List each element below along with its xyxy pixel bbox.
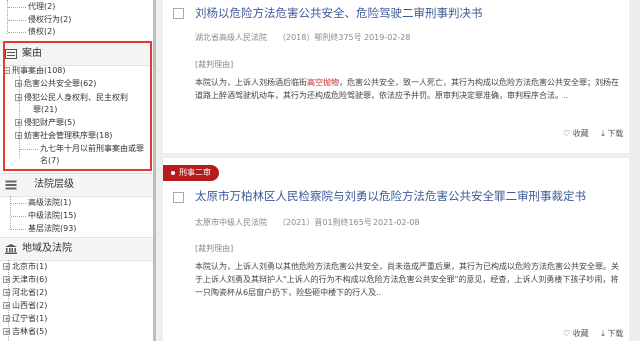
expand-icon[interactable]: + <box>3 289 10 297</box>
tree-item-hebei[interactable]: + 河北省(2) <box>3 288 47 298</box>
result-case-no: （2018）鄂刑终375号 <box>278 33 362 42</box>
tree-item-liaoning[interactable]: + 辽宁省(1) <box>3 314 47 324</box>
tree-item-basic-court[interactable]: 基层法院(93) <box>28 224 76 234</box>
expand-icon[interactable]: + <box>3 263 10 271</box>
result-card: 太原市万柏林区人民检察院与刘勇以危险方法危害公共安全罪二审刑事裁定书 太原市中级… <box>163 158 629 341</box>
keyword-highlight: 高空抛物 <box>307 78 339 87</box>
result-excerpt: 本院认为，上诉人刘勇以其他危险方法危害公共安全，尚未造成严重后果，其行为已构成以… <box>195 262 619 297</box>
result-title[interactable]: 太原市万柏林区人民检察院与刘勇以危险方法危害公共安全罪二审刑事裁定书 <box>195 189 586 203</box>
sidebar-scrollbar[interactable] <box>153 0 156 341</box>
reason-label: [裁判理由] <box>195 244 234 253</box>
result-title[interactable]: 刘杨以危险方法危害公共安全、危险驾驶二审刑事判决书 <box>195 6 483 20</box>
tree-item-tort[interactable]: 侵权行为(2) <box>28 15 71 25</box>
tree-line <box>11 216 26 217</box>
tree-line <box>8 20 26 21</box>
region-title: 地域及法院 <box>22 243 72 254</box>
tree-item-tianjin[interactable]: + 天津市(6) <box>3 275 47 285</box>
result-card: 刘杨以危险方法危害公共安全、危险驾驶二审刑事判决书 湖北省高级人民法院 （201… <box>163 0 629 153</box>
expand-icon[interactable]: + <box>3 315 10 323</box>
expand-icon[interactable]: + <box>3 302 10 310</box>
tree-line <box>8 7 26 8</box>
tree-item-beijing[interactable]: + 北京市(1) <box>3 262 47 272</box>
heart-icon: ♡ <box>563 329 571 338</box>
expand-icon[interactable]: + <box>3 328 10 336</box>
court-level-header[interactable]: 法院层级 <box>0 173 153 197</box>
result-court: 太原市中级人民法院 <box>195 218 267 227</box>
result-court: 湖北省高级人民法院 <box>195 33 267 42</box>
court-level-title: 法院层级 <box>34 179 74 190</box>
tree-line <box>10 196 11 230</box>
tree-line <box>11 229 26 230</box>
download-button[interactable]: ⤓ 下载 <box>601 129 623 139</box>
download-icon: ⤓ <box>601 129 605 138</box>
bars-icon <box>5 180 17 190</box>
tree-line <box>8 32 26 33</box>
tree-item-jilin[interactable]: + 吉林省(5) <box>3 327 47 337</box>
result-excerpt: 本院认为，上诉人刘杨酒后临街高空抛物，危害公共安全，致一人死亡，其行为构成以危险… <box>195 78 619 100</box>
heart-icon: ♡ <box>563 129 571 138</box>
tree-line <box>7 0 8 34</box>
result-case-no: （2021）晋01刑终165号 <box>278 218 372 227</box>
download-icon: ⤓ <box>601 329 605 338</box>
reason-label: [裁判理由] <box>195 60 234 69</box>
result-date: 2019-02-28 <box>364 33 411 42</box>
dot-icon <box>171 170 175 175</box>
result-actions: ♡ 收藏 ⤓ 下载 <box>553 329 623 339</box>
tree-item-shanxi[interactable]: + 山西省(2) <box>3 301 47 311</box>
tree-item-intermediate-court[interactable]: 中级法院(15) <box>28 211 76 221</box>
case-type-badge: 刑事二审 <box>163 165 219 181</box>
favorite-button[interactable]: ♡ 收藏 <box>563 129 589 139</box>
download-button[interactable]: ⤓ 下载 <box>601 329 623 339</box>
tree-item-high-court[interactable]: 高级法院(1) <box>28 198 71 208</box>
courthouse-icon <box>5 244 17 254</box>
select-checkbox[interactable] <box>173 192 184 203</box>
select-checkbox[interactable] <box>173 8 184 19</box>
filter-sidebar: 代理(2) 侵权行为(2) 债权(2) 案由 − 刑事案由(108) + 危害公共安… <box>0 0 155 341</box>
favorite-button[interactable]: ♡ 收藏 <box>563 329 589 339</box>
tree-item-agency[interactable]: 代理(2) <box>28 2 55 12</box>
region-header[interactable]: 地域及法院 <box>0 237 153 261</box>
result-actions: ♡ 收藏 ⤓ 下载 <box>553 129 623 139</box>
result-date: 2021-02-08 <box>373 218 420 227</box>
tree-line <box>11 203 26 204</box>
case-cause-highlight-box <box>3 41 152 171</box>
tree-item-debt[interactable]: 债权(2) <box>28 27 55 37</box>
expand-icon[interactable]: + <box>3 276 10 284</box>
